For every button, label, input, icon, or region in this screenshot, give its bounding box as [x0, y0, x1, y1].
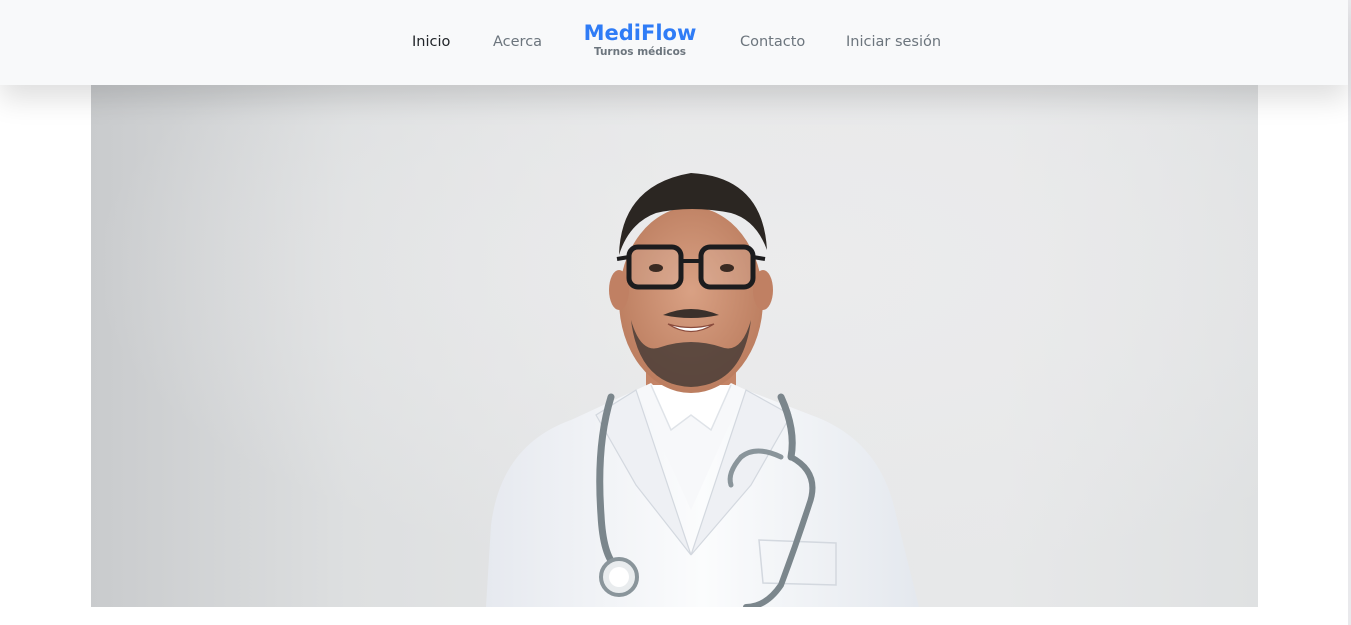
nav-link-inicio[interactable]: Inicio: [412, 33, 450, 51]
nav-link-iniciar-sesion[interactable]: Iniciar sesión: [846, 33, 941, 51]
brand-logo[interactable]: MediFlow Turnos médicos: [574, 20, 706, 59]
navbar: Inicio Acerca MediFlow Turnos médicos Co…: [0, 0, 1348, 85]
doctor-portrait: [91, 85, 1258, 607]
hero-image: [91, 85, 1258, 607]
nav-link-acerca[interactable]: Acerca: [493, 33, 542, 51]
brand-name: MediFlow: [583, 21, 697, 45]
brand-tagline: Turnos médicos: [593, 46, 687, 58]
nav-link-contacto[interactable]: Contacto: [740, 33, 805, 51]
page: Inicio Acerca MediFlow Turnos médicos Co…: [0, 0, 1351, 625]
